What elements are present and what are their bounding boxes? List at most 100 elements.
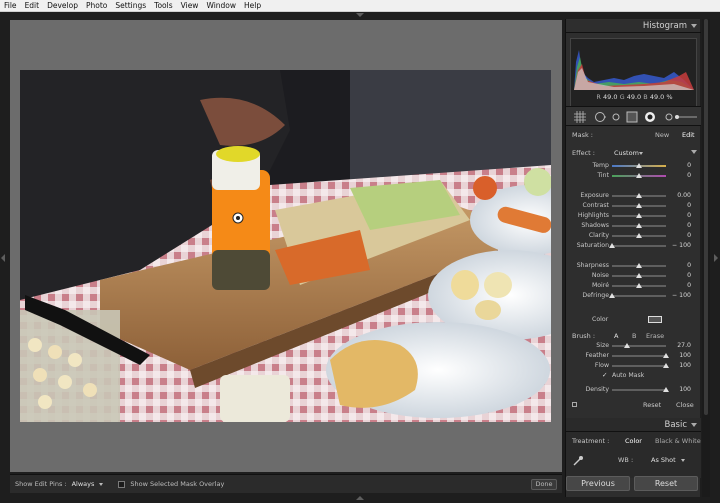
slider-track[interactable] [612,295,666,297]
slider-exposure[interactable]: Exposure 0.00 [566,191,701,201]
slider-noise[interactable]: Noise 0 [566,271,701,281]
slider-value[interactable]: 0 [687,272,691,279]
right-panel-toggle[interactable] [714,254,718,262]
slider-temp[interactable]: Temp 0 [566,161,701,171]
menu-window[interactable]: Window [202,0,240,12]
slider-highlights[interactable]: Highlights 0 [566,211,701,221]
slider-handle[interactable] [636,263,642,268]
slider-handle[interactable] [609,293,615,298]
slider-handle[interactable] [609,243,615,248]
photo-preview[interactable] [20,70,551,422]
slider-value[interactable]: 0 [687,222,691,229]
brush-density-slider[interactable]: Density 100 [566,385,701,395]
slider-handle[interactable] [636,163,642,168]
mask-new-button[interactable]: New [655,131,669,139]
slider-track[interactable] [612,365,666,367]
brush-erase-tab[interactable]: Erase [646,332,664,340]
slider-handle[interactable] [636,233,642,238]
slider-value[interactable]: 0 [687,232,691,239]
menu-view[interactable]: View [177,0,203,12]
brush-close-button[interactable]: Close [676,401,694,409]
slider-value[interactable]: 0 [687,262,691,269]
slider-value[interactable]: 0 [687,162,691,169]
slider-handle[interactable] [636,203,642,208]
slider-track[interactable] [612,355,666,357]
image-canvas[interactable] [10,20,562,472]
slider-contrast[interactable]: Contrast 0 [566,201,701,211]
slider-handle[interactable] [663,363,669,368]
slider-value[interactable]: 27.0 [677,342,691,349]
slider-moir[interactable]: Moiré 0 [566,281,701,291]
collapse-icon[interactable] [691,150,697,154]
slider-handle[interactable] [636,283,642,288]
edit-pins-select[interactable]: Always [72,480,95,488]
previous-button[interactable]: Previous [566,476,630,491]
crop-overlay-icon[interactable] [574,111,586,123]
histogram-header[interactable]: Histogram [566,19,701,33]
slider-handle[interactable] [663,387,669,392]
slider-value[interactable]: 0 [687,212,691,219]
treatment-color-button[interactable]: Color [625,437,642,445]
slider-handle[interactable] [636,193,642,198]
menu-develop[interactable]: Develop [43,0,82,12]
done-button[interactable]: Done [531,479,557,490]
slider-sharpness[interactable]: Sharpness 0 [566,261,701,271]
treatment-bw-button[interactable]: Black & White [655,437,701,445]
mask-edit-button[interactable]: Edit [682,131,695,139]
red-eye-icon[interactable] [610,111,622,123]
slider-value[interactable]: − 100 [672,242,691,249]
checkmark-icon[interactable]: ✓ [602,371,607,379]
slider-handle[interactable] [636,223,642,228]
slider-value[interactable]: 100 [679,362,691,369]
brush-size-slider[interactable] [664,111,698,123]
eyedropper-icon[interactable] [572,455,584,469]
slider-track[interactable] [612,389,666,391]
basic-header[interactable]: Basic [566,418,701,432]
spot-removal-icon[interactable] [594,111,606,123]
brush-a-tab[interactable]: A [614,332,618,340]
slider-value[interactable]: 0.00 [677,192,691,199]
mask-overlay-checkbox[interactable] [118,480,126,488]
effect-select[interactable]: Custom [614,149,639,157]
slider-shadows[interactable]: Shadows 0 [566,221,701,231]
filmstrip-toggle[interactable] [356,496,364,500]
brush-b-tab[interactable]: B [632,332,636,340]
menu-tools[interactable]: Tools [150,0,176,12]
slider-handle[interactable] [636,273,642,278]
slider-saturation[interactable]: Saturation − 100 [566,241,701,251]
slider-handle[interactable] [663,353,669,358]
slider-defringe[interactable]: Defringe − 100 [566,291,701,301]
collapse-icon[interactable] [691,24,697,28]
scrollbar-thumb[interactable] [704,19,708,415]
toggle-switch-icon[interactable] [572,402,577,407]
reset-button[interactable]: Reset [634,476,698,491]
menu-settings[interactable]: Settings [111,0,150,12]
slider-handle[interactable] [636,213,642,218]
slider-track[interactable] [612,245,666,247]
slider-value[interactable]: − 100 [672,292,691,299]
right-panel-scrollbar[interactable] [702,19,710,497]
left-panel-toggle[interactable] [1,254,5,262]
wb-select[interactable]: As Shot [651,456,676,464]
menu-help[interactable]: Help [240,0,265,12]
top-panel-toggle[interactable] [356,13,364,17]
slider-handle[interactable] [636,173,642,178]
menu-file[interactable]: File [0,0,21,12]
chevron-down-icon[interactable] [681,459,685,462]
chevron-down-icon[interactable] [99,482,104,486]
menu-edit[interactable]: Edit [21,0,44,12]
slider-value[interactable]: 0 [687,172,691,179]
brush-size-slider[interactable]: Size 27.0 [566,341,701,351]
collapse-icon[interactable] [691,423,697,427]
slider-value[interactable]: 0 [687,282,691,289]
slider-value[interactable]: 100 [679,386,691,393]
slider-handle[interactable] [623,343,630,348]
color-swatch[interactable] [648,316,662,323]
brush-flow-slider[interactable]: Flow 100 [566,361,701,371]
slider-track[interactable] [612,345,666,347]
adjustment-brush-icon[interactable] [644,111,656,123]
slider-value[interactable]: 0 [687,202,691,209]
brush-reset-button[interactable]: Reset [643,401,661,409]
slider-tint[interactable]: Tint 0 [566,171,701,181]
menu-photo[interactable]: Photo [82,0,111,12]
